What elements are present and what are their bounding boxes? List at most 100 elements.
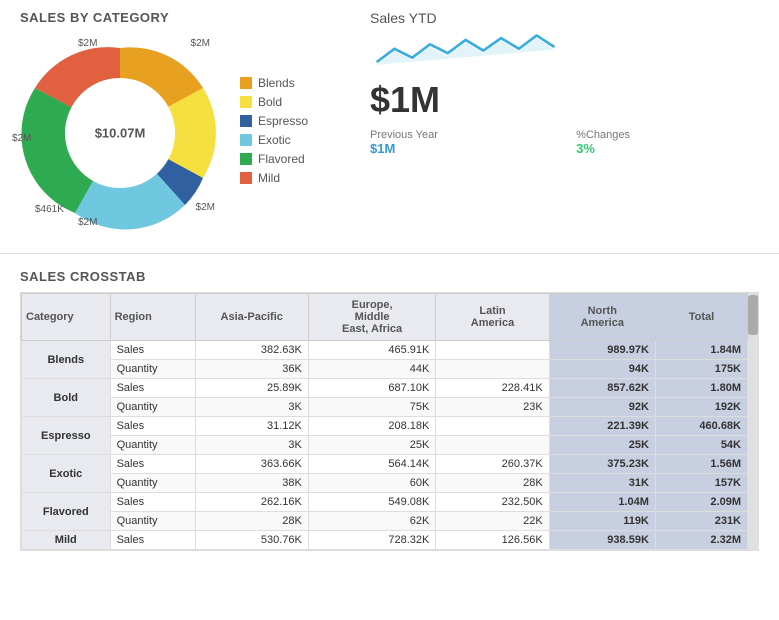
ytd-previous-year: Previous Year $1M	[370, 129, 438, 156]
table-row: Quantity 38K 60K 28K 31K 157K	[22, 474, 748, 493]
ytd-value: $1M	[370, 79, 759, 121]
data-cell: 192K	[655, 398, 747, 417]
data-cell: 3K	[195, 436, 308, 455]
th-north-america: NorthAmerica	[549, 294, 655, 341]
data-cell: 465.91K	[308, 341, 435, 360]
data-cell: 1.80M	[655, 379, 747, 398]
data-cell: 208.18K	[308, 417, 435, 436]
data-cell: 22K	[436, 512, 549, 531]
legend-item-mild: Mild	[240, 171, 308, 185]
legend-label-bold: Bold	[258, 95, 282, 109]
ytd-changes-label: %Changes	[576, 129, 630, 141]
data-cell: 728.32K	[308, 531, 435, 550]
legend-item-flavored: Flavored	[240, 152, 308, 166]
region-cell: Quantity	[110, 436, 195, 455]
table-row: Quantity 36K 44K 94K 175K	[22, 360, 748, 379]
table-row: Quantity 3K 75K 23K 92K 192K	[22, 398, 748, 417]
donut-center-value: $10.07M	[95, 126, 146, 141]
data-cell: 221.39K	[549, 417, 655, 436]
data-cell: 38K	[195, 474, 308, 493]
scrollbar-thumb[interactable]	[748, 295, 758, 335]
data-cell: 3K	[195, 398, 308, 417]
data-cell: 989.97K	[549, 341, 655, 360]
data-cell: 687.10K	[308, 379, 435, 398]
donut-chart: $2M $2M $2M $461K $2M $2M $10.07M	[20, 33, 220, 233]
data-cell: 157K	[655, 474, 747, 493]
table-row: Bold Sales 25.89K 687.10K 228.41K 857.62…	[22, 379, 748, 398]
data-cell	[436, 436, 549, 455]
region-cell: Sales	[110, 531, 195, 550]
legend-color-bold	[240, 96, 252, 108]
data-cell: 28K	[195, 512, 308, 531]
category-blends: Blends	[22, 341, 111, 379]
data-cell: 375.23K	[549, 455, 655, 474]
data-cell: 363.66K	[195, 455, 308, 474]
ytd-prev-year-value: $1M	[370, 141, 438, 156]
table-row: Espresso Sales 31.12K 208.18K 221.39K 46…	[22, 417, 748, 436]
legend-label-exotic: Exotic	[258, 133, 291, 147]
legend-label-blends: Blends	[258, 76, 295, 90]
legend-item-bold: Bold	[240, 95, 308, 109]
legend-color-blends	[240, 77, 252, 89]
table-body: Blends Sales 382.63K 465.91K 989.97K 1.8…	[22, 341, 748, 550]
data-cell: 23K	[436, 398, 549, 417]
data-cell: 232.50K	[436, 493, 549, 512]
th-category: Category	[22, 294, 111, 341]
data-cell: 1.04M	[549, 493, 655, 512]
data-cell: 262.16K	[195, 493, 308, 512]
ytd-title: Sales YTD	[370, 10, 759, 26]
data-cell: 126.56K	[436, 531, 549, 550]
data-cell: 260.37K	[436, 455, 549, 474]
segment-label-5: $2M	[78, 217, 97, 228]
table-scroll-container[interactable]: Category Region Asia-Pacific Europe,Midd…	[21, 293, 758, 550]
data-cell: 382.63K	[195, 341, 308, 360]
category-exotic: Exotic	[22, 455, 111, 493]
legend-item-espresso: Espresso	[240, 114, 308, 128]
data-cell: 28K	[436, 474, 549, 493]
table-inner: Category Region Asia-Pacific Europe,Midd…	[21, 293, 748, 550]
data-cell: 25.89K	[195, 379, 308, 398]
data-cell: 25K	[308, 436, 435, 455]
th-latin-america: LatinAmerica	[436, 294, 549, 341]
legend-color-mild	[240, 172, 252, 184]
data-cell: 1.56M	[655, 455, 747, 474]
legend-label-espresso: Espresso	[258, 114, 308, 128]
data-cell: 119K	[549, 512, 655, 531]
region-cell: Sales	[110, 455, 195, 474]
table-header-row: Category Region Asia-Pacific Europe,Midd…	[22, 294, 748, 341]
sales-crosstab: SALES CROSSTAB Category Region Asia-Paci…	[0, 264, 779, 551]
data-cell: 36K	[195, 360, 308, 379]
data-cell: 228.41K	[436, 379, 549, 398]
data-cell: 62K	[308, 512, 435, 531]
data-cell	[436, 341, 549, 360]
data-cell: 94K	[549, 360, 655, 379]
data-cell: 938.59K	[549, 531, 655, 550]
category-flavored: Flavored	[22, 493, 111, 531]
th-europe: Europe,MiddleEast, Africa	[308, 294, 435, 341]
table-row: Flavored Sales 262.16K 549.08K 232.50K 1…	[22, 493, 748, 512]
segment-label-6: $2M	[196, 202, 215, 213]
data-cell: 92K	[549, 398, 655, 417]
legend-color-espresso	[240, 115, 252, 127]
data-cell: 175K	[655, 360, 747, 379]
data-cell: 44K	[308, 360, 435, 379]
segment-label-2: $2M	[191, 38, 210, 49]
legend-item-blends: Blends	[240, 76, 308, 90]
legend-color-flavored	[240, 153, 252, 165]
legend: Blends Bold Espresso Exotic	[240, 76, 308, 190]
region-cell: Quantity	[110, 474, 195, 493]
category-bold: Bold	[22, 379, 111, 417]
category-espresso: Espresso	[22, 417, 111, 455]
ytd-meta: Previous Year $1M %Changes 3%	[370, 129, 630, 156]
data-cell: 857.62K	[549, 379, 655, 398]
legend-label-flavored: Flavored	[258, 152, 305, 166]
region-cell: Sales	[110, 341, 195, 360]
category-mild: Mild	[22, 531, 111, 550]
region-cell: Quantity	[110, 398, 195, 417]
sales-by-category: SALES BY CATEGORY	[20, 10, 340, 233]
data-cell: 564.14K	[308, 455, 435, 474]
scrollbar[interactable]	[748, 293, 758, 550]
top-section: SALES BY CATEGORY	[0, 0, 779, 243]
segment-label-1: $2M	[78, 38, 97, 49]
sales-ytd: Sales YTD $1M Previous Year $1M %Changes…	[340, 10, 759, 156]
